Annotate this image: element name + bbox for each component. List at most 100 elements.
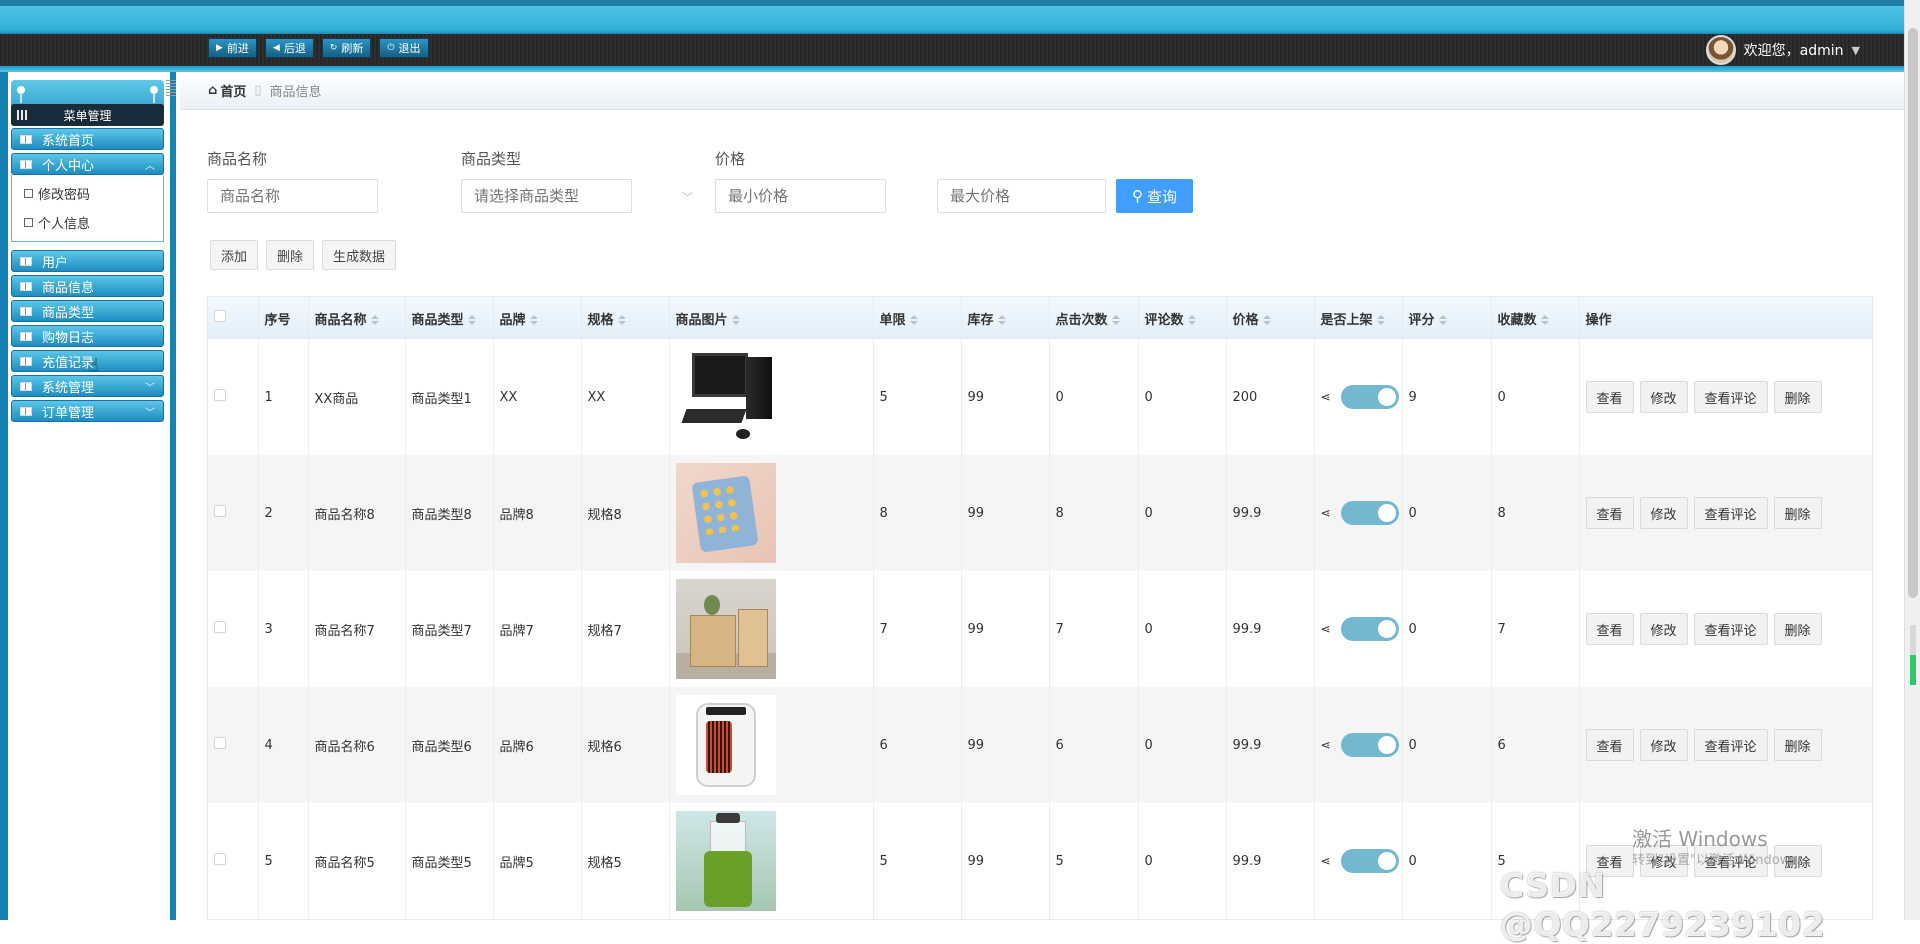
sort-icon[interactable] bbox=[731, 315, 740, 325]
sidebar-item-product-type[interactable]: 商品类型 bbox=[11, 300, 164, 322]
chevron-down-icon[interactable]: ﹀ bbox=[682, 189, 693, 205]
edit-button[interactable]: 修改 bbox=[1639, 613, 1688, 645]
column-header[interactable]: 商品图片 bbox=[669, 297, 874, 339]
toggle-knob bbox=[1377, 388, 1396, 406]
column-header[interactable]: 收藏数 bbox=[1491, 297, 1580, 339]
view-button[interactable]: 查看 bbox=[1585, 497, 1634, 529]
scrollbar-thumb[interactable] bbox=[1908, 28, 1918, 598]
column-header[interactable]: 点击次数 bbox=[1049, 297, 1139, 339]
avatar[interactable] bbox=[1705, 35, 1736, 65]
table-cell: 0 bbox=[1402, 803, 1492, 919]
row-checkbox[interactable] bbox=[214, 621, 226, 633]
column-header[interactable]: 商品类型 bbox=[405, 297, 494, 339]
view-button[interactable]: 查看 bbox=[1585, 381, 1634, 413]
sort-icon[interactable] bbox=[467, 315, 476, 325]
user-menu[interactable]: 欢迎您，admin ▼ bbox=[1705, 34, 1860, 66]
view-button[interactable]: 查看 bbox=[1585, 613, 1634, 645]
row-checkbox[interactable] bbox=[214, 505, 226, 517]
column-header[interactable]: 单限 bbox=[873, 297, 962, 339]
row-checkbox[interactable] bbox=[214, 389, 226, 401]
select-all-checkbox[interactable] bbox=[214, 310, 226, 322]
view-comments-button[interactable]: 查看评论 bbox=[1693, 497, 1768, 529]
sidebar-item-orders[interactable]: 订单管理 ﹀ bbox=[11, 400, 164, 422]
row-checkbox[interactable] bbox=[214, 737, 226, 749]
column-header[interactable]: 是否上架 bbox=[1314, 297, 1403, 339]
sidebar-item-home[interactable]: 系统首页 bbox=[11, 128, 164, 150]
on-shelf-toggle[interactable] bbox=[1340, 849, 1399, 873]
page-scrollbar[interactable] bbox=[1904, 0, 1920, 920]
delete-button[interactable]: 删除 bbox=[1773, 497, 1822, 529]
operations-cell: 查看 修改 查看评论 删除 bbox=[1579, 687, 1872, 803]
min-price-input[interactable] bbox=[715, 179, 886, 213]
delete-button[interactable]: 删除 bbox=[1773, 381, 1822, 413]
refresh-button[interactable]: ↻ 刷新 bbox=[321, 38, 372, 58]
on-shelf-toggle[interactable] bbox=[1340, 385, 1399, 409]
sidebar-item-product-info[interactable]: 商品信息 bbox=[11, 275, 164, 297]
on-shelf-toggle[interactable] bbox=[1340, 733, 1399, 757]
table-cell: 品牌7 bbox=[493, 571, 582, 687]
forward-button[interactable]: ▶ 前进 bbox=[208, 38, 257, 58]
column-header[interactable]: 库存 bbox=[961, 297, 1050, 339]
view-comments-button[interactable]: 查看评论 bbox=[1693, 729, 1768, 761]
sort-icon[interactable] bbox=[529, 315, 538, 325]
table-row: 2 商品名称8 商品类型8 品牌8 规格8 8 99 8 0 99.9 ⋖ 0 … bbox=[208, 455, 1872, 571]
edit-button[interactable]: 修改 bbox=[1639, 381, 1688, 413]
sort-icon[interactable] bbox=[1540, 315, 1549, 325]
column-header[interactable]: 规格 bbox=[581, 297, 670, 339]
on-shelf-cell: ⋖ bbox=[1314, 571, 1403, 687]
column-header[interactable]: 价格 bbox=[1226, 297, 1315, 339]
sort-icon[interactable] bbox=[1262, 315, 1271, 325]
product-type-select[interactable] bbox=[461, 179, 632, 213]
generate-data-button[interactable]: 生成数据 bbox=[322, 240, 397, 270]
sidebar-item-personal-center[interactable]: 个人中心 ︿ bbox=[11, 153, 164, 175]
table-cell: 0 bbox=[1402, 455, 1492, 571]
breadcrumb-current: 商品信息 bbox=[269, 85, 322, 100]
sidebar-subitem-change-password[interactable]: 修改密码 bbox=[12, 179, 163, 208]
product-image[interactable] bbox=[675, 579, 776, 679]
sort-icon[interactable] bbox=[909, 315, 918, 325]
product-image[interactable] bbox=[675, 811, 776, 911]
sort-icon[interactable] bbox=[1187, 315, 1196, 325]
batch-delete-button[interactable]: 删除 bbox=[266, 240, 315, 270]
product-image[interactable] bbox=[675, 463, 776, 563]
sort-icon[interactable] bbox=[617, 315, 626, 325]
caret-down-icon[interactable]: ▼ bbox=[1852, 44, 1860, 57]
max-price-input[interactable] bbox=[937, 179, 1106, 213]
product-image[interactable] bbox=[675, 347, 776, 447]
product-name-input[interactable] bbox=[207, 179, 378, 213]
sort-icon[interactable] bbox=[1111, 315, 1120, 325]
query-button[interactable]: ⚲ 查询 bbox=[1116, 179, 1193, 213]
row-checkbox[interactable] bbox=[214, 853, 226, 865]
delete-button[interactable]: 删除 bbox=[1773, 729, 1822, 761]
view-comments-button[interactable]: 查看评论 bbox=[1693, 613, 1768, 645]
product-image[interactable] bbox=[675, 695, 776, 795]
edit-button[interactable]: 修改 bbox=[1639, 729, 1688, 761]
view-comments-button[interactable]: 查看评论 bbox=[1693, 381, 1768, 413]
on-shelf-toggle[interactable] bbox=[1340, 617, 1399, 641]
add-button[interactable]: 添加 bbox=[210, 240, 259, 270]
sort-icon[interactable] bbox=[370, 315, 379, 325]
sidebar-grip-handle[interactable] bbox=[166, 80, 176, 96]
column-header[interactable]: 评论数 bbox=[1138, 297, 1227, 339]
nav-buttons: ▶ 前进 ◀ 后退 ↻ 刷新 ⏻ 退出 bbox=[208, 38, 429, 58]
column-header[interactable]: 品牌 bbox=[493, 297, 582, 339]
sort-icon[interactable] bbox=[997, 315, 1006, 325]
sort-icon[interactable] bbox=[1376, 315, 1385, 325]
edit-button[interactable]: 修改 bbox=[1639, 497, 1688, 529]
sidebar-item-users[interactable]: 用户 bbox=[11, 250, 164, 272]
cookie-box-image bbox=[675, 463, 776, 563]
sidebar-item-system[interactable]: 系统管理 ﹀ bbox=[11, 375, 164, 397]
column-header[interactable]: 商品名称 bbox=[308, 297, 406, 339]
on-shelf-toggle[interactable] bbox=[1340, 501, 1399, 525]
sort-icon[interactable] bbox=[1438, 315, 1447, 325]
back-button[interactable]: ◀ 后退 bbox=[264, 38, 314, 58]
breadcrumb-home[interactable]: ⌂ 首页 bbox=[208, 81, 246, 100]
sidebar-subitem-profile[interactable]: 个人信息 bbox=[12, 208, 163, 237]
sidebar-item-shopping-log[interactable]: 购物日志 bbox=[11, 325, 164, 347]
view-button[interactable]: 查看 bbox=[1585, 729, 1634, 761]
column-header[interactable]: 评分 bbox=[1402, 297, 1492, 339]
logout-button[interactable]: ⏻ 退出 bbox=[379, 38, 429, 58]
cabinet-image bbox=[675, 579, 776, 679]
delete-button[interactable]: 删除 bbox=[1773, 613, 1822, 645]
power-icon: ⏻ bbox=[387, 43, 395, 53]
